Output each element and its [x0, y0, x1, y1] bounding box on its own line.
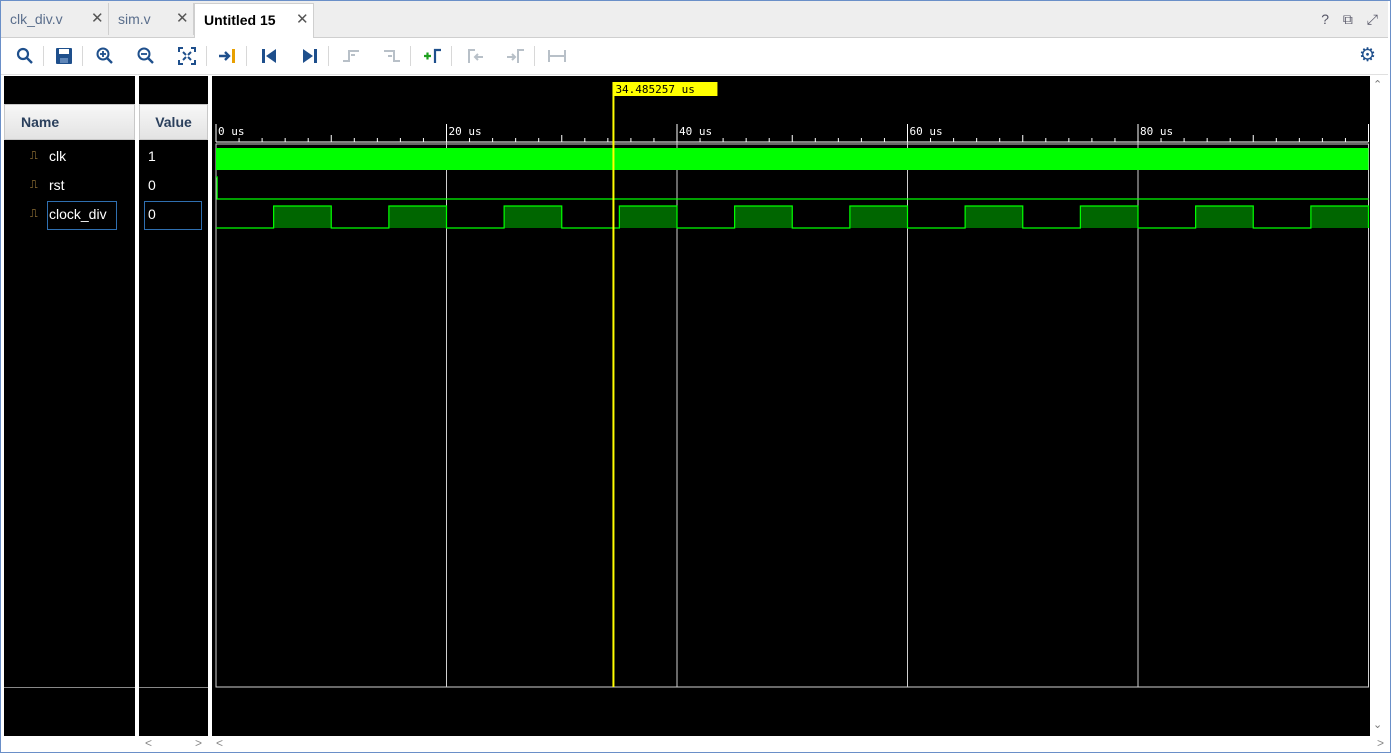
close-icon[interactable]: ✕ [176, 3, 189, 35]
signal-value-rst: 0 [148, 177, 156, 193]
tab-label: clk_div.v [10, 11, 63, 27]
scroll-right-arrow-icon[interactable]: > [195, 736, 202, 750]
signal-value-clock-div: 0 [148, 206, 156, 222]
waveform-clock-div-high-segment [619, 206, 677, 228]
waveform-canvas[interactable]: 0 us 20 us 40 us 60 us 80 us 34.485257 us [212, 76, 1370, 736]
tab-bar: clk_div.v ✕ sim.v ✕ Untitled 15 ✕ ? ⧉ ⤢ [1, 1, 1388, 38]
waveform-clock-div-high-segment [965, 206, 1023, 228]
maximize-icon[interactable]: ⤢ [1367, 11, 1378, 27]
previous-marker-icon[interactable] [463, 44, 487, 68]
zoom-fit-icon[interactable] [175, 44, 199, 68]
name-horizontal-scrollbar[interactable] [4, 736, 135, 750]
divider [139, 687, 208, 688]
scroll-left-arrow-icon[interactable]: < [145, 736, 152, 750]
scroll-left-arrow-icon[interactable]: < [216, 736, 223, 750]
signal-name-clock-div[interactable]: clock_div [49, 203, 107, 225]
search-icon[interactable] [13, 44, 37, 68]
tab-sim[interactable]: sim.v ✕ [109, 3, 194, 35]
value-column-header[interactable]: Value [139, 104, 208, 140]
tick-label: 80 us [1140, 125, 1173, 138]
zoom-out-icon[interactable] [134, 44, 158, 68]
tick-label: 20 us [449, 125, 482, 138]
tick-label: 40 us [679, 125, 712, 138]
signal-icon: ⎍ [30, 208, 38, 220]
signal-icon: ⎍ [30, 179, 38, 191]
tick-label: 60 us [910, 125, 943, 138]
go-to-cursor-icon[interactable] [216, 44, 240, 68]
scroll-down-arrow-icon[interactable]: ⌄ [1373, 718, 1382, 731]
waveform-horizontal-scrollbar[interactable]: < > [212, 736, 1388, 750]
waveform-clock-div-high-segment [849, 206, 908, 228]
go-to-time-zero-icon[interactable] [257, 44, 281, 68]
waveform-clock-div-high-segment [273, 206, 332, 228]
name-column-header[interactable]: Name [4, 104, 135, 140]
signal-icon: ⎍ [30, 150, 38, 162]
previous-transition-icon[interactable] [339, 44, 363, 68]
tab-label: sim.v [118, 11, 151, 27]
help-icon[interactable]: ? [1321, 11, 1329, 27]
signal-value-panel: Value 1 0 0 < > [139, 76, 208, 750]
waveform-rst [216, 176, 1369, 200]
waveform-clock-div-high-segment [1310, 206, 1369, 228]
scroll-up-arrow-icon[interactable]: ⌃ [1373, 78, 1382, 91]
vertical-scrollbar[interactable]: ⌃ ⌄ [1370, 76, 1388, 736]
value-horizontal-scrollbar[interactable]: < > [139, 736, 208, 750]
signal-name-panel: Name ⎍ clk ⎍ rst ⎍ clock_div [4, 76, 135, 736]
waveform-clock-div-high-segment [504, 206, 562, 228]
next-transition-icon[interactable] [380, 44, 404, 68]
go-to-last-time-icon[interactable] [298, 44, 322, 68]
tab-clk-div[interactable]: clk_div.v ✕ [1, 3, 109, 35]
signal-name-clk[interactable]: clk [49, 145, 66, 167]
restore-icon[interactable]: ⧉ [1343, 11, 1353, 27]
waveform-clock-div [216, 205, 1370, 229]
waveform-clock-div-high-segment [734, 206, 793, 228]
add-marker-icon[interactable] [421, 44, 445, 68]
waveform-clock-div-high-segment [388, 206, 447, 228]
signal-name-rst[interactable]: rst [49, 174, 65, 196]
close-icon[interactable]: ✕ [296, 4, 309, 36]
waveform-viewer[interactable]: 0 us 20 us 40 us 60 us 80 us 34.485257 us [212, 76, 1370, 736]
waveform-clock-div-high-segment [1195, 206, 1254, 228]
next-marker-icon[interactable] [504, 44, 528, 68]
save-icon[interactable] [52, 44, 76, 68]
cursor-time-label: 34.485257 us [615, 83, 694, 96]
gear-icon[interactable]: ⚙ [1359, 44, 1376, 67]
waveform-clock-div-high-segment [1080, 206, 1138, 228]
window-controls: ? ⧉ ⤢ [1311, 11, 1378, 28]
scroll-right-arrow-icon[interactable]: > [1377, 736, 1384, 750]
signal-value-clk: 1 [148, 148, 156, 164]
close-icon[interactable]: ✕ [91, 3, 104, 35]
swap-cursors-icon[interactable] [545, 44, 569, 68]
tab-label: Untitled 15 [204, 12, 276, 28]
tick-label: 0 us [218, 125, 245, 138]
divider [4, 687, 135, 688]
zoom-in-icon[interactable] [93, 44, 117, 68]
tab-untitled-15[interactable]: Untitled 15 ✕ [194, 3, 314, 38]
waveform-clk [216, 148, 1369, 170]
toolbar: ⚙ [1, 38, 1388, 75]
